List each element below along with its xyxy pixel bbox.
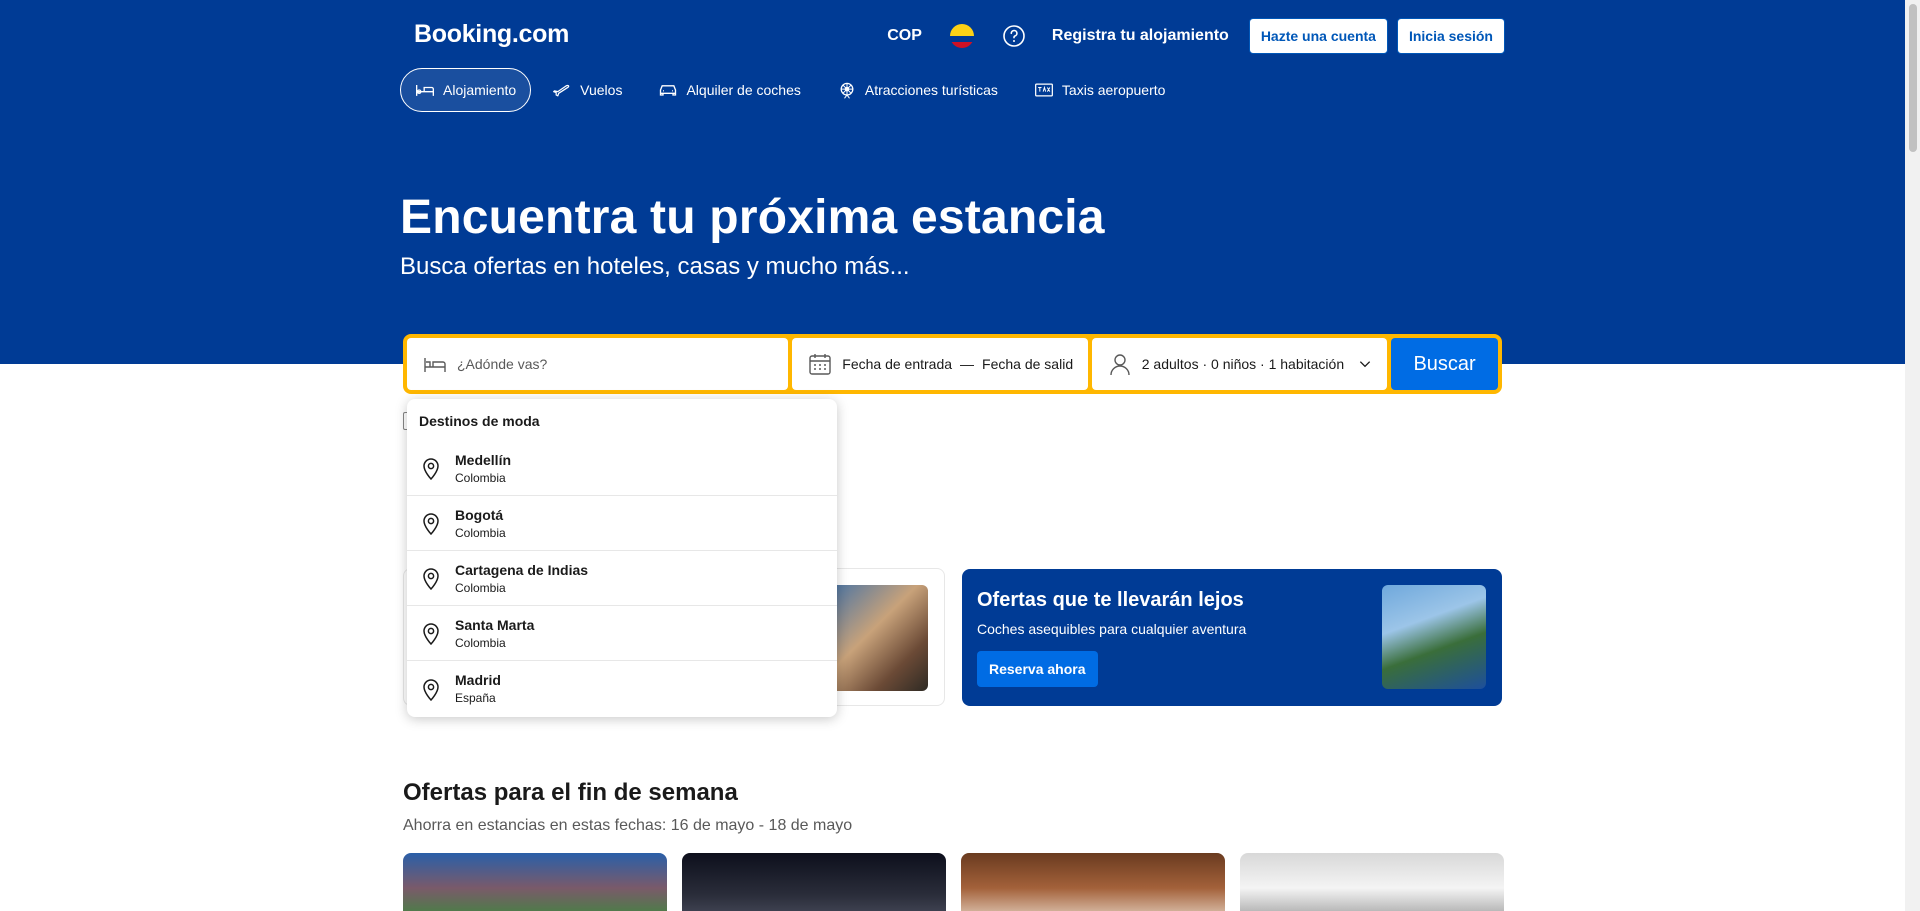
scrollbar-thumb[interactable] xyxy=(1909,4,1917,152)
signin-button[interactable]: Inicia sesión xyxy=(1396,18,1505,54)
nav-item-atracciones[interactable]: Atracciones turísticas xyxy=(822,68,1013,112)
promo-subtitle: Coches asequibles para cualquier aventur… xyxy=(977,621,1247,637)
dates-field[interactable]: Fecha de entrada — Fecha de salid xyxy=(792,338,1088,390)
destination-option[interactable]: Santa Marta Colombia xyxy=(407,606,837,661)
chevron-down-icon xyxy=(1359,361,1371,368)
deal-card-image[interactable] xyxy=(961,853,1225,911)
hero-title: Encuentra tu próxima estancia xyxy=(400,191,1105,244)
guests-label: 2 adultos · 0 niños · 1 habitación xyxy=(1141,356,1345,372)
attractions-icon xyxy=(840,82,854,99)
nav-label: Taxis aeropuerto xyxy=(1061,82,1166,98)
nav-label: Vuelos xyxy=(580,82,623,98)
destination-option[interactable]: Cartagena de Indias Colombia xyxy=(407,551,837,606)
deal-card-image[interactable] xyxy=(403,853,667,911)
booking-logo[interactable]: Booking.com xyxy=(414,20,569,49)
weekend-section-subtitle: Ahorra en estancias en estas fechas: 16 … xyxy=(403,817,853,834)
destination-country: Colombia xyxy=(455,635,506,650)
signup-button[interactable]: Hazte una cuenta xyxy=(1248,18,1388,54)
calendar-icon xyxy=(809,354,831,375)
nav-item-alojamiento[interactable]: Alojamiento xyxy=(400,68,532,112)
header-actions: COP Registra tu alojamiento Hazte una cu… xyxy=(887,18,1505,54)
location-pin-icon xyxy=(423,678,439,701)
trending-destinations-list: Medellín Colombia Bogotá Colombia Cartagen… xyxy=(407,441,837,716)
dropdown-heading: Destinos de moda xyxy=(419,413,540,429)
destination-option[interactable]: Medellín Colombia xyxy=(407,441,837,496)
reserve-now-button[interactable]: Reserva ahora xyxy=(977,651,1098,687)
plane-icon xyxy=(553,84,570,97)
destination-field[interactable] xyxy=(407,338,789,390)
destination-city: Bogotá xyxy=(455,506,504,523)
destination-option[interactable]: Madrid España xyxy=(407,661,837,716)
register-property-link[interactable]: Registra tu alojamiento xyxy=(1052,27,1229,45)
deal-card-image[interactable] xyxy=(682,853,946,911)
nav-item-taxis[interactable]: Taxis aeropuerto xyxy=(1019,68,1181,112)
search-button[interactable]: Buscar xyxy=(1391,338,1498,390)
help-icon[interactable] xyxy=(1002,24,1026,48)
product-nav: Alojamiento Vuelos Alquiler de coches At… xyxy=(400,68,1505,112)
destination-country: Colombia xyxy=(455,525,506,540)
promo-image-car xyxy=(1382,585,1486,689)
destination-country: Colombia xyxy=(455,580,506,595)
hero-subtitle: Busca ofertas en hoteles, casas y mucho … xyxy=(400,253,910,280)
destination-input[interactable] xyxy=(457,356,777,372)
destination-option[interactable]: Bogotá Colombia xyxy=(407,496,837,551)
destination-dropdown: Destinos de moda Medellín Colombia Bogotá… xyxy=(407,399,837,717)
promo-title: Ofertas que te llevarán lejos xyxy=(977,589,1244,611)
destination-city: Madrid xyxy=(455,672,501,688)
promo-image-people xyxy=(822,585,928,691)
location-pin-icon xyxy=(423,513,439,535)
search-bar: Fecha de entrada — Fecha de salid 2 adul… xyxy=(403,334,1502,394)
location-pin-icon xyxy=(423,623,439,645)
guests-field[interactable]: 2 adultos · 0 niños · 1 habitación xyxy=(1091,338,1388,390)
destination-country: Colombia xyxy=(455,470,506,485)
bed-icon xyxy=(416,85,434,96)
taxi-icon xyxy=(1034,83,1053,97)
nav-label: Alojamiento xyxy=(443,82,517,98)
site-header: Booking.com COP Registra tu alojamiento … xyxy=(400,14,1505,58)
nav-item-coches[interactable]: Alquiler de coches xyxy=(643,68,815,112)
nav-label: Alquiler de coches xyxy=(686,82,801,98)
location-pin-icon xyxy=(423,458,439,480)
destination-country: España xyxy=(455,691,496,705)
car-icon xyxy=(660,85,677,96)
nav-label: Atracciones turísticas xyxy=(864,82,998,98)
checkin-label: Fecha de entrada xyxy=(842,356,953,372)
person-icon xyxy=(1110,354,1130,376)
weekend-section-title: Ofertas para el fin de semana xyxy=(403,779,738,806)
bed-icon xyxy=(424,358,446,372)
dates-separator: — xyxy=(960,356,975,372)
language-flag-icon[interactable] xyxy=(949,24,974,48)
location-pin-icon xyxy=(423,568,439,590)
promo-card-cars: Ofertas que te llevarán lejos Coches ase… xyxy=(962,569,1502,706)
destination-city: Santa Marta xyxy=(455,616,535,633)
destination-city: Cartagena de Indias xyxy=(455,561,589,578)
page-scrollbar[interactable] xyxy=(1905,0,1920,911)
weekend-deals-row xyxy=(403,853,1504,911)
nav-item-vuelos[interactable]: Vuelos xyxy=(537,68,637,112)
destination-city: Medellín xyxy=(455,451,512,468)
currency-selector[interactable]: COP xyxy=(887,27,922,45)
checkout-label: Fecha de salid xyxy=(982,356,1074,372)
deal-card-image[interactable] xyxy=(1240,853,1504,911)
